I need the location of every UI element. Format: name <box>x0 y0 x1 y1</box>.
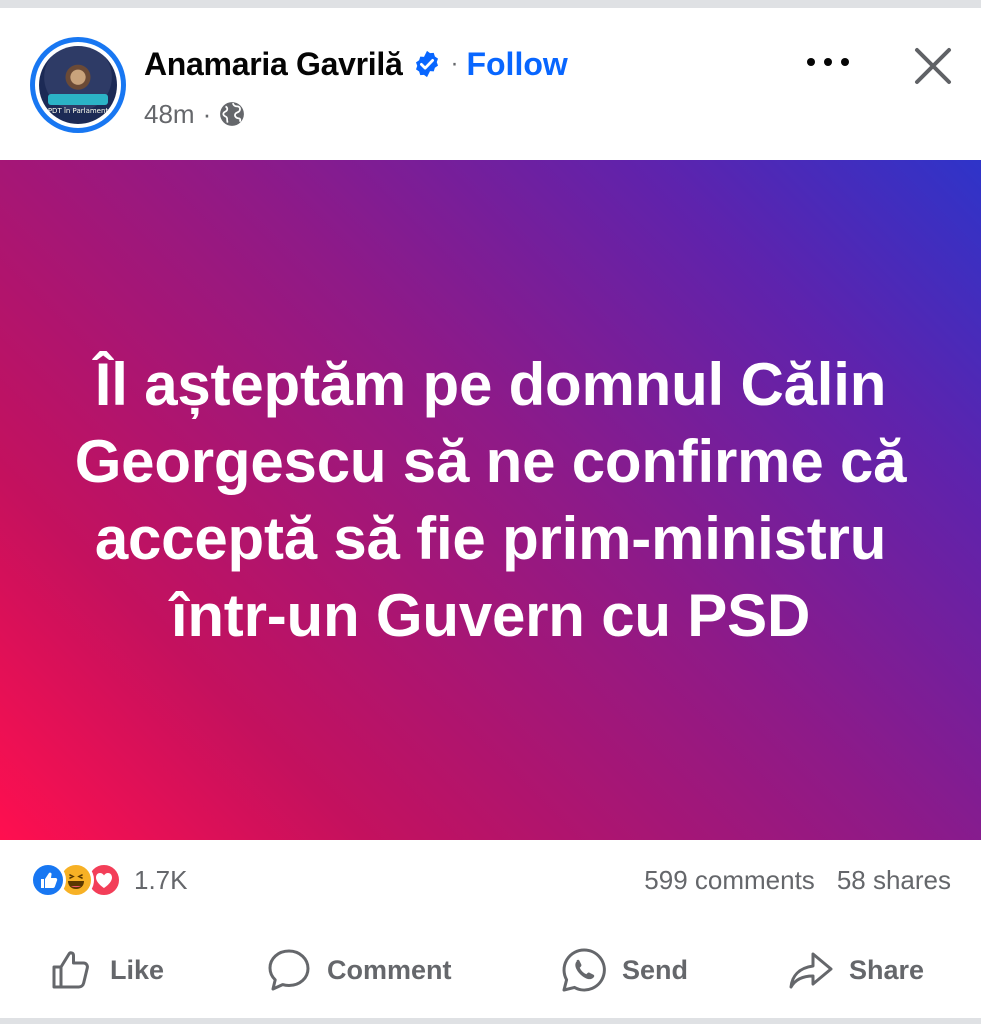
author-avatar[interactable]: PDT în Parlament <box>30 37 126 133</box>
post-content-background: Îl așteptăm pe domnul Călin Georgescu să… <box>0 160 981 840</box>
engagement-counts: 599 comments 58 shares <box>644 860 951 900</box>
comment-button[interactable]: Comment <box>265 930 452 1010</box>
bottom-edge <box>0 1018 981 1024</box>
more-options-button[interactable] <box>800 46 856 78</box>
comment-label: Comment <box>327 954 452 985</box>
avatar-photo: PDT în Parlament <box>39 46 117 124</box>
post-meta: 48m · <box>144 96 245 132</box>
comments-count[interactable]: 599 comments <box>644 865 815 896</box>
close-button[interactable] <box>905 38 961 94</box>
comment-bubble-icon <box>268 949 310 991</box>
avatar-caption: PDT în Parlament <box>47 106 109 115</box>
like-label: Like <box>110 954 165 985</box>
share-arrow-icon <box>789 952 833 989</box>
globe-icon <box>220 102 245 126</box>
meta-separator: · <box>202 98 212 129</box>
whatsapp-icon <box>562 948 606 992</box>
name-separator: · <box>450 50 459 77</box>
post-header: PDT în Parlament Anamaria Gavrilă · Foll… <box>0 8 981 160</box>
send-button[interactable]: Send <box>560 930 688 1010</box>
post-time[interactable]: 48m <box>144 99 195 130</box>
post-stats: 1.7K 599 comments 58 shares <box>0 850 981 910</box>
close-icon <box>915 48 951 84</box>
top-edge <box>0 0 981 8</box>
reactions-summary[interactable]: 1.7K <box>30 860 188 900</box>
shares-count[interactable]: 58 shares <box>837 865 951 896</box>
follow-button[interactable]: Follow <box>466 46 567 83</box>
author-row: Anamaria Gavrilă · Follow <box>144 42 568 86</box>
more-dots-icon <box>807 58 849 66</box>
like-button[interactable]: Like <box>48 930 164 1010</box>
post-actions: Like Comment Send Share <box>0 930 981 1010</box>
author-name[interactable]: Anamaria Gavrilă <box>144 46 403 83</box>
post-text: Îl așteptăm pe domnul Călin Georgescu să… <box>74 351 907 649</box>
reaction-count: 1.7K <box>134 864 188 895</box>
thumbs-up-icon <box>52 951 89 989</box>
verified-badge-icon <box>416 50 439 78</box>
share-label: Share <box>849 954 925 985</box>
like-reaction-icon <box>30 862 66 898</box>
send-label: Send <box>622 954 689 985</box>
share-button[interactable]: Share <box>787 930 924 1010</box>
